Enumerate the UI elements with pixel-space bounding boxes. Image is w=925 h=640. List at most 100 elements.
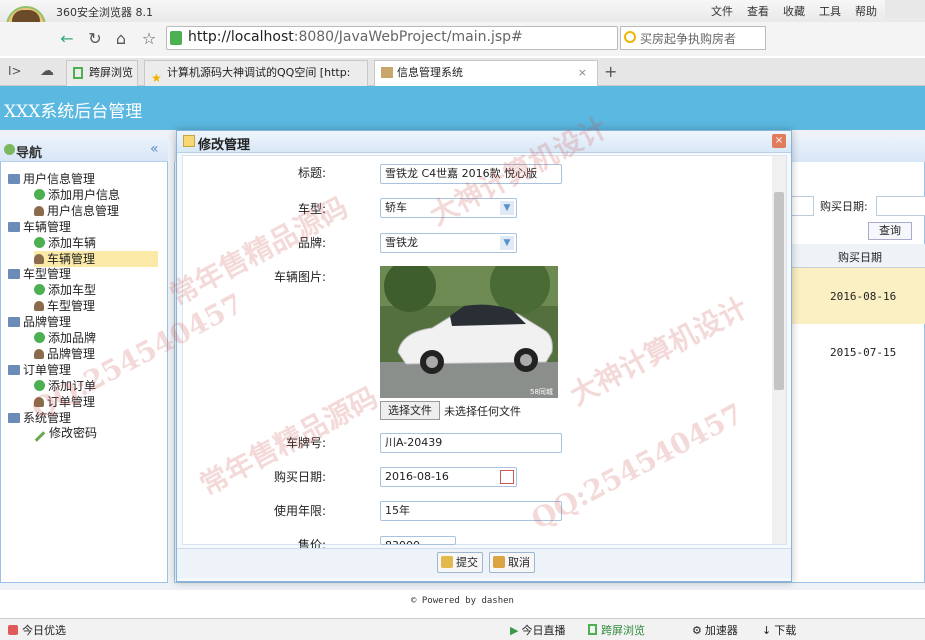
submit-label: 提交 [456,556,478,569]
years-input[interactable]: 15年 [380,501,562,521]
sidebar-item[interactable]: 车辆管理 [8,219,71,235]
sidebar-item-label: 订单管理 [23,362,72,377]
add-icon [34,188,45,200]
sidebar-item-label: 车辆管理 [23,219,72,234]
user-icon [34,396,44,407]
dialog-title: 修改管理 [198,138,251,153]
folder-icon [8,174,20,184]
nav-icon [4,144,15,155]
title-input[interactable]: 雪铁龙 C4世嘉 2016款 悦心版 [380,164,562,184]
status-download[interactable]: ↓ 下载 [762,622,796,638]
sidebar-item-label: 系统管理 [23,410,72,425]
sidebar-item-label: 用户信息管理 [47,203,120,218]
brand-select[interactable]: 雪铁龙 ▼ [380,233,517,253]
search-placeholder: 买房起争执购房者 [640,32,737,46]
close-tab-icon[interactable]: × [578,61,587,85]
sidebar-item-label: 添加车辆 [48,235,97,250]
purchase-date-input[interactable] [876,196,925,216]
close-icon[interactable]: × [772,134,786,148]
sidebar-item[interactable]: 添加车辆 [34,235,96,251]
home-icon[interactable]: ⌂ [110,28,132,50]
sidebar-item[interactable]: 订单管理 [8,362,71,378]
sidebar-item[interactable]: 系统管理 [8,410,71,426]
sidebar-item-label: 订单管理 [47,394,96,409]
tab-info-system[interactable]: 信息管理系统 × [374,60,598,86]
tab-label: 跨屏浏览 [89,66,133,79]
sidebar-item[interactable]: 车辆管理 [34,250,158,267]
folder-icon [8,412,20,423]
add-icon [34,379,45,391]
refresh-icon[interactable]: ↻ [84,28,106,50]
phone-icon [73,67,83,79]
brand-label: 品牌: [297,236,326,250]
query-button[interactable]: 查询 [868,222,912,240]
years-label: 使用年限: [273,504,326,518]
scrollbar-thumb[interactable] [774,192,784,390]
sidebar-item[interactable]: 订单管理 [34,394,95,410]
menu-item-tools[interactable]: 工具 [819,3,841,19]
sidebar-item-label: 添加车型 [48,283,97,298]
address-text[interactable]: http://localhost:8080/JavaWebProject/mai… [188,29,523,45]
cancel-icon [493,556,505,568]
user-icon [34,301,44,312]
shield-icon [170,31,182,45]
sidebar-item[interactable]: 品牌管理 [34,346,95,362]
status-today-picks[interactable]: 今日优选 [8,622,66,638]
sidebar-toggle-icon[interactable]: I> [8,64,22,78]
status-label: 今日直播 [521,624,566,637]
back-icon[interactable]: ← [56,28,78,50]
sidebar-item[interactable]: 添加用户信息 [34,187,120,203]
user-icon [34,205,44,216]
sidebar-item-label: 车辆管理 [47,251,96,266]
browser-name: 360安全浏览器 8.1 [56,6,153,19]
menu-item-view[interactable]: 查看 [747,3,769,19]
sidebar-item-label: 品牌管理 [47,346,96,361]
table-cell: 2015-07-15 [830,346,897,359]
accelerator-icon: ⚙ [692,624,702,637]
sidebar-item[interactable]: 车型管理 [34,298,95,314]
sidebar-item[interactable]: 车型管理 [8,266,71,282]
brand-value: 雪铁龙 [385,236,418,249]
sidebar-item[interactable]: 用户信息管理 [34,203,119,219]
cloud-icon[interactable]: ☁ [40,63,54,79]
submit-button[interactable]: 提交 [437,552,483,573]
sidebar-item[interactable]: 添加品牌 [34,330,96,346]
date-input[interactable]: 2016-08-16 [380,467,517,487]
sidebar-item[interactable]: 用户信息管理 [8,171,95,187]
add-icon [34,284,45,296]
sidebar-item[interactable]: 添加车型 [34,282,96,298]
status-label: 今日优选 [22,624,66,637]
svg-text:58同城: 58同城 [530,388,553,396]
calendar-icon[interactable] [500,470,514,484]
cancel-button[interactable]: 取消 [489,552,535,573]
status-accelerator[interactable]: ⚙ 加速器 [692,622,738,638]
folder-icon [8,317,20,328]
collapse-icon[interactable]: « [150,141,159,157]
window-buttons[interactable] [885,0,925,18]
new-tab-button[interactable]: + [604,62,617,81]
choose-file-button[interactable]: 选择文件 [380,401,440,420]
tab-label: 计算机源码大神调试的QQ空间 [http: [167,66,351,79]
add-icon [34,332,45,343]
sidebar-item[interactable]: 添加订单 [34,378,96,394]
star-icon[interactable]: ☆ [138,28,160,50]
sidebar-item[interactable]: 品牌管理 [8,314,71,330]
type-select[interactable]: 轿车 ▼ [380,198,517,218]
query-label: 查询 [879,224,901,237]
menu-item-file[interactable]: 文件 [711,3,733,19]
tab-qq-space[interactable]: ★ 计算机源码大神调试的QQ空间 [http: [144,60,368,86]
menu-item-help[interactable]: 帮助 [855,3,877,19]
sidebar-item[interactable]: 修改密码 [34,425,97,443]
sidebar-item-label: 添加用户信息 [48,187,121,202]
plate-input[interactable]: 川A-20439 [380,433,562,453]
play-icon: ▶ [510,624,519,637]
menu-item-favorites[interactable]: 收藏 [783,3,805,19]
tab-cross-screen[interactable]: 跨屏浏览 [66,60,138,86]
sidebar-item-label: 添加订单 [48,378,97,393]
phone-icon [588,624,597,635]
price-input[interactable]: 83000 [380,536,456,545]
edit-icon [183,135,195,147]
status-live[interactable]: ▶ 今日直播 [510,622,565,638]
status-cross-screen[interactable]: 跨屏浏览 [588,622,645,638]
user-icon [34,253,44,264]
